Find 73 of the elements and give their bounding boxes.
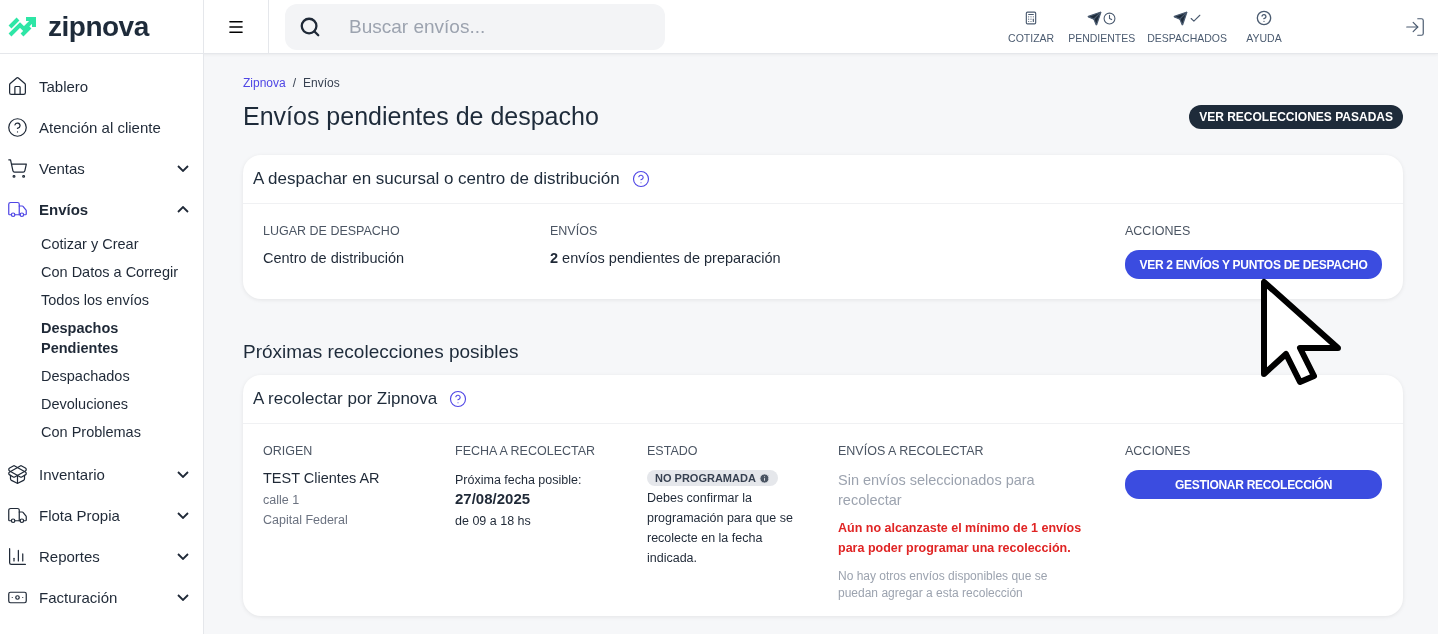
pickup-hours: de 09 a 18 hs [455,513,531,530]
bar-chart-icon [7,546,28,567]
card-title: A despachar en sucursal o centro de distribución [253,169,620,189]
search-field[interactable]: Buscar envíos... [285,3,665,50]
sidebar-subitem[interactable]: Con Problemas [0,418,203,446]
warning-text: Aún no alcanzaste el mínimo de 1 envíos para poder programar una recolección. [838,520,1083,557]
sidebar-subitem[interactable]: Despachados [0,362,203,390]
sidebar-subitem[interactable]: Despachos Pendientes [0,314,203,362]
sidebar-item[interactable]: Ventas [0,148,203,189]
help-icon[interactable] [631,170,650,188]
origin-address: calle 1 [263,492,300,509]
column-header: ENVÍOS A RECOLECTAR [838,444,984,458]
sidebar-item[interactable]: Envíos [0,189,203,230]
plane-clock-icon [1087,9,1117,27]
chevron-down-icon [177,594,189,601]
section-title: Próximas recolecciones posibles [243,341,520,363]
origin-city: Capital Federal [263,512,348,529]
chevron-up-icon [177,206,189,213]
dispatch-place: Centro de distribución [263,250,405,266]
breadcrumb-separator: / [292,76,297,90]
home-icon [7,76,28,97]
sidebar-item[interactable]: Inventario [0,454,203,495]
chevron-down-icon [177,512,189,519]
shipments-count: 2 envíos pendientes de preparación [550,250,781,266]
help-icon [1256,9,1272,27]
sidebar-item[interactable]: Flota Propia [0,495,203,536]
page-title: Envíos pendientes de despacho [243,102,599,131]
manage-pickup-button[interactable]: GESTIONAR RECOLECCIÓN [1125,470,1382,499]
pickup-date: 27/08/2025 [455,490,531,507]
status-description: Debes confirmar la programación para que se recolecte en la fecha indicada. [647,490,794,567]
sidebar-subitem[interactable]: Todos los envíos [0,286,203,314]
truck-icon [7,505,28,526]
column-header: FECHA A RECOLECTAR [455,444,596,458]
shipments-note: No hay otros envíos disponibles que se puedan agregar a esta recolección [838,568,1049,602]
sidebar-item[interactable]: Facturación [0,577,203,618]
chevron-down-icon [177,553,189,560]
toolbar-button[interactable]: AYUDA [1239,9,1289,44]
sidebar-subitem[interactable]: Devoluciones [0,390,203,418]
empty-shipments-text: Sin envíos seleccionados para recolectar [838,471,1036,510]
toolbar-button[interactable]: PENDIENTES [1068,9,1136,44]
status-badge: NO PROGRAMADA [647,470,778,486]
sidebar-subitem[interactable]: Cotizar y Crear [0,230,203,258]
toolbar-button[interactable]: COTIZAR [1006,9,1057,44]
column-header: ESTADO [647,444,698,458]
breadcrumb-link[interactable]: Zipnova [243,76,286,90]
column-header: ACCIONES [1125,444,1191,458]
cart-icon [7,158,28,179]
sidebar-item[interactable]: Atención al cliente [0,107,203,148]
calculator-icon [1024,9,1039,27]
truck-icon [7,199,28,220]
past-pickups-button[interactable]: VER RECOLECCIONES PASADAS [1189,104,1403,129]
column-header: ENVÍOS [550,224,598,238]
card-title: A recolectar por Zipnova [253,389,438,409]
sidebar-item[interactable]: Reportes [0,536,203,577]
info-icon [758,472,770,484]
column-header: LUGAR DE DESPACHO [263,224,400,238]
help-icon [7,117,28,138]
toolbar-button[interactable]: DESPACHADOS [1147,9,1227,44]
chevron-down-icon [177,471,189,478]
box-icon [7,464,28,485]
view-shipments-button[interactable]: VER 2 ENVÍOS Y PUNTOS DE DESPACHO [1125,250,1382,279]
plane-check-icon [1172,9,1202,27]
help-icon[interactable] [449,390,468,408]
origin-name: TEST Clientes AR [263,470,380,486]
column-header: ACCIONES [1125,224,1191,238]
breadcrumb-current: Envíos [303,76,340,90]
chevron-down-icon [177,165,189,172]
logo-text: zipnova [48,10,149,43]
sidebar-item[interactable]: Tablero [0,66,203,107]
sidebar-subitem[interactable]: Con Datos a Corregir [0,258,203,286]
logout-button[interactable] [1404,15,1426,38]
date-label: Próxima fecha posible: [455,472,582,489]
column-header: ORIGEN [263,444,313,458]
